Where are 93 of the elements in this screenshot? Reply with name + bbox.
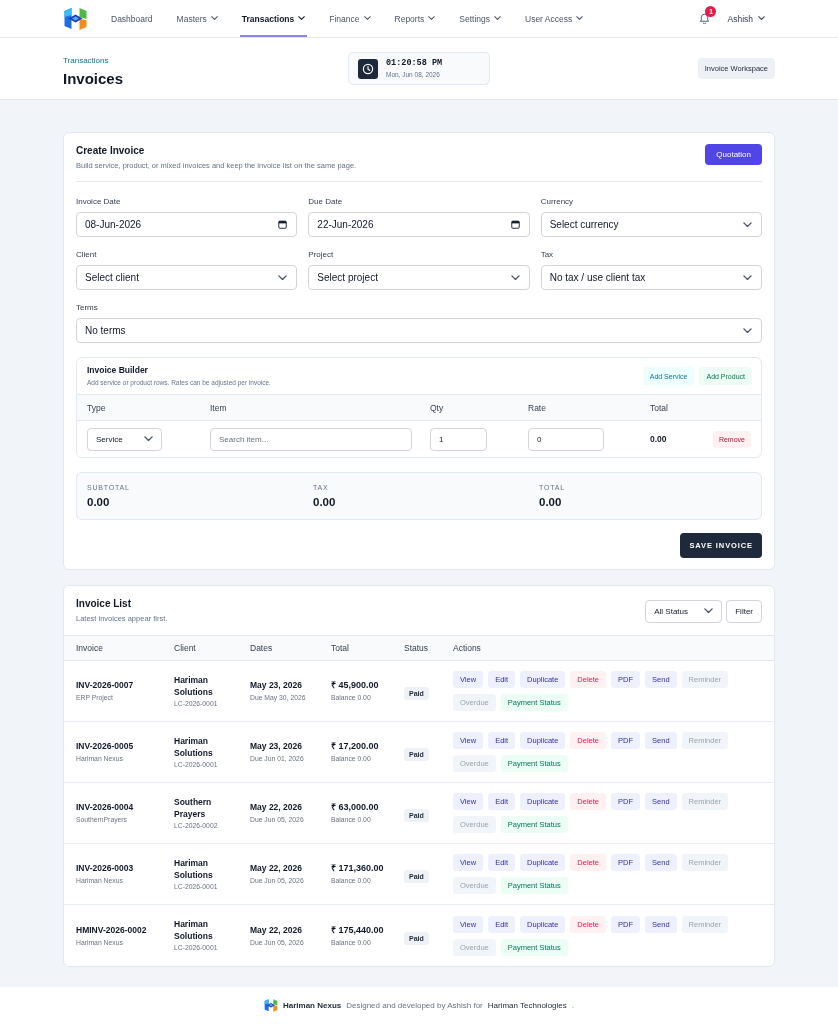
section-title: Invoice Builder	[87, 365, 149, 376]
chevron-down-icon	[704, 608, 714, 614]
brand-name: Hariman Nexus	[282, 1001, 342, 1010]
dropdown-field[interactable]: No tax / use client tax	[540, 265, 762, 290]
invoice-total: ₹ 63,000.00	[331, 801, 380, 813]
invoice-total: ₹ 17,200.00	[331, 740, 380, 752]
line-total: 0.00	[650, 434, 668, 444]
card-title: Invoice List	[76, 597, 132, 611]
field-label: Terms	[76, 302, 99, 314]
card-title: Create Invoice	[76, 144, 146, 158]
company-link[interactable]: Hariman Technologies	[487, 1001, 567, 1010]
quotation-button[interactable]: Quotation	[705, 144, 762, 165]
summary-value: 0.00	[313, 494, 337, 510]
column-header: Invoice	[76, 643, 104, 653]
caret-icon	[298, 16, 306, 21]
client-name: Hariman Solutions	[174, 673, 214, 698]
invoice-date: May 22, 2026	[250, 862, 303, 874]
invoice-number: INV-2026-0005	[76, 740, 135, 752]
date-field[interactable]: 08-Jun-2026	[76, 212, 298, 237]
calendar-icon	[278, 220, 288, 229]
type-dropdown[interactable]: Service	[87, 427, 162, 451]
logo-icon[interactable]	[63, 5, 88, 32]
field-label: Invoice Date	[76, 196, 122, 208]
nav-link[interactable]: Settings	[457, 0, 503, 37]
nav-link[interactable]: Dashboard	[109, 0, 155, 37]
client-name: Hariman Solutions	[174, 856, 214, 881]
chevron-down-icon	[510, 274, 520, 281]
chevron-down-icon	[743, 221, 752, 228]
column-header: Dates	[250, 643, 274, 653]
clock-time: 01:20:58 PM	[386, 58, 443, 69]
dropdown-field[interactable]: Select client	[76, 265, 298, 290]
client-name: Hariman Solutions	[174, 918, 214, 942]
date-field[interactable]: 22-Jun-2026	[308, 212, 530, 237]
client-name: Hariman Solutions	[174, 734, 214, 759]
invoice-number: INV-2026-0003	[76, 862, 135, 874]
column-header: Client	[174, 643, 197, 653]
rate-field[interactable]: 0	[528, 427, 604, 451]
dropdown-field[interactable]: Select currency	[540, 212, 762, 237]
caret-icon	[494, 16, 501, 21]
invoice-number: INV-2026-0007	[76, 679, 135, 691]
nav-link[interactable]: User Access	[523, 0, 586, 37]
calendar-icon	[510, 220, 520, 229]
period-text: .	[571, 1001, 574, 1010]
clock-icon	[358, 58, 378, 79]
caret-icon	[576, 16, 584, 21]
field-label: Project	[308, 249, 335, 261]
credit-text: Designed and developed by Ashish for	[346, 1001, 483, 1010]
logo-icon	[263, 998, 278, 1013]
dropdown-field[interactable]: Select project	[308, 265, 530, 290]
chevron-down-icon	[743, 274, 752, 281]
breadcrumb-link[interactable]: Transactions	[63, 55, 109, 66]
column-header: Item	[210, 402, 228, 413]
invoice-date: May 22, 2026	[250, 923, 303, 936]
nav-link[interactable]: Reports	[392, 0, 438, 37]
caret-icon	[363, 16, 371, 21]
summary-value: 0.00	[539, 494, 563, 510]
caret-icon	[758, 16, 765, 21]
caret-icon	[210, 16, 218, 21]
field-label: Tax	[540, 249, 555, 261]
column-header: Actions	[453, 643, 482, 653]
client-name: Southern Prayers	[174, 795, 213, 820]
quantity-field[interactable]: 1	[430, 427, 487, 451]
invoice-date: May 23, 2026	[250, 740, 303, 752]
chevron-down-icon	[144, 436, 153, 442]
field-label: Currency	[540, 196, 575, 208]
chevron-down-icon	[278, 274, 288, 281]
item-search-field[interactable]: Search item...	[210, 427, 412, 451]
caret-icon	[428, 16, 436, 21]
invoice-number: HMINV-2026-0002	[76, 923, 148, 936]
field-label: Due Date	[308, 196, 344, 208]
column-header: Status	[404, 643, 430, 653]
invoice-total: ₹ 175,440.00	[331, 923, 385, 936]
page-title: Invoices	[63, 70, 125, 88]
column-header: Type	[87, 402, 107, 413]
user-menu-button[interactable]: Ashish	[727, 13, 765, 24]
dropdown-field[interactable]: No terms	[76, 318, 762, 343]
column-header: Rate	[528, 402, 547, 413]
bell-icon[interactable]	[699, 12, 711, 25]
summary-value: 0.00	[87, 494, 111, 510]
nav-link[interactable]: Masters	[174, 0, 220, 37]
status-filter-dropdown[interactable]: All Status	[645, 599, 723, 623]
filter-button[interactable]: Filter	[726, 599, 762, 623]
column-header: Total	[331, 643, 350, 653]
column-header: Total	[650, 402, 669, 413]
field-label: Client	[76, 249, 98, 261]
invoice-total: ₹ 171,360.00	[331, 862, 385, 874]
invoice-number: INV-2026-0004	[76, 801, 135, 813]
nav-link[interactable]: Finance	[327, 0, 373, 37]
invoice-date: May 23, 2026	[250, 679, 303, 691]
invoice-date: May 22, 2026	[250, 801, 303, 813]
invoice-total: ₹ 45,900.00	[331, 679, 380, 691]
column-header: Qty	[430, 402, 445, 413]
chevron-down-icon	[743, 327, 752, 334]
